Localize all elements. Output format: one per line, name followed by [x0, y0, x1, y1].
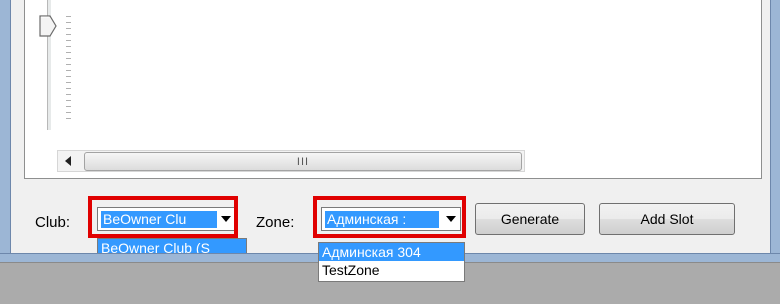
window-frame-left — [0, 0, 11, 260]
zone-option-testzone[interactable]: TestZone — [319, 261, 464, 279]
zone-option-admin[interactable]: Админская 304 — [319, 243, 464, 261]
vertical-slider-thumb[interactable] — [38, 14, 58, 38]
zone-highlight-box — [313, 196, 466, 238]
zone-label: Zone: — [256, 214, 295, 231]
main-window: III Club: BeOwner Clu BeOwner Club (S Zo… — [0, 0, 780, 263]
add-slot-button[interactable]: Add Slot — [599, 203, 735, 235]
scrollbar-thumb[interactable]: III — [84, 152, 522, 171]
slider-ticks — [66, 16, 72, 136]
window-frame-right — [770, 0, 780, 260]
zone-dropdown-list[interactable]: Админская 304 TestZone — [318, 242, 465, 282]
scroll-left-arrow-icon[interactable] — [58, 151, 80, 171]
club-label: Club: — [35, 214, 71, 231]
club-highlight-box — [88, 196, 238, 238]
scrollbar-grip: III — [296, 155, 310, 168]
generate-button[interactable]: Generate — [475, 203, 585, 235]
horizontal-scrollbar[interactable]: III — [57, 150, 525, 172]
schedule-panel: III — [24, 0, 762, 179]
